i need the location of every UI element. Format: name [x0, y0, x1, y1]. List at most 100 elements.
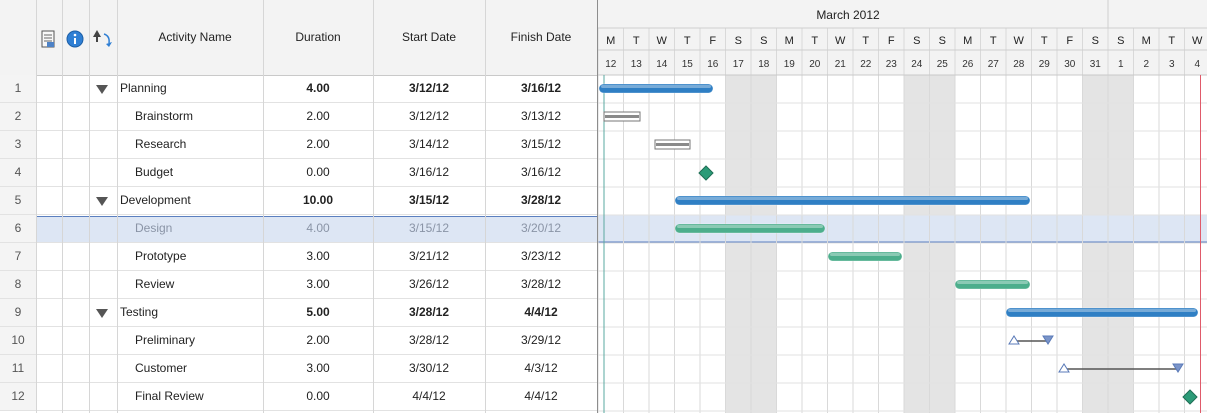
start-date-header[interactable]: Start Date — [373, 30, 485, 44]
row-number[interactable]: 6 — [0, 215, 36, 242]
day-number-label[interactable]: 13 — [631, 59, 643, 70]
activity-name-cell[interactable]: Review — [120, 271, 285, 298]
finish-date-header[interactable]: Finish Date — [485, 30, 597, 44]
row-number[interactable]: 3 — [0, 131, 36, 158]
milestone-final-review[interactable] — [1182, 389, 1198, 405]
duration-cell[interactable]: 3.00 — [263, 355, 373, 382]
sort-icon[interactable] — [92, 28, 114, 50]
start-date-cell[interactable]: 3/28/12 — [373, 327, 485, 354]
row-number[interactable]: 2 — [0, 103, 36, 130]
day-number-label[interactable]: 16 — [707, 59, 719, 70]
duration-cell[interactable]: 2.00 — [263, 103, 373, 130]
activity-name-header[interactable]: Activity Name — [120, 30, 270, 44]
activity-name-cell[interactable]: Planning — [120, 75, 270, 102]
day-number-label[interactable]: 25 — [937, 59, 949, 70]
finish-date-cell[interactable]: 3/29/12 — [485, 327, 597, 354]
day-number-label[interactable]: 23 — [886, 59, 898, 70]
baseline-start-marker[interactable] — [1058, 363, 1070, 373]
day-number-label[interactable]: 30 — [1064, 59, 1076, 70]
activity-name-cell[interactable]: Brainstorm — [120, 103, 285, 130]
row-number[interactable]: 9 — [0, 299, 36, 326]
finish-date-cell[interactable]: 3/20/12 — [485, 215, 597, 242]
day-number-label[interactable]: 28 — [1013, 59, 1025, 70]
milestone-budget[interactable] — [698, 165, 714, 181]
finish-date-cell[interactable]: 4/4/12 — [485, 299, 597, 326]
duration-cell[interactable]: 4.00 — [263, 215, 373, 242]
finish-date-cell[interactable]: 3/23/12 — [485, 243, 597, 270]
finish-date-cell[interactable]: 3/13/12 — [485, 103, 597, 130]
collapse-triangle-icon[interactable] — [96, 309, 108, 318]
activity-name-cell[interactable]: Design — [120, 215, 285, 242]
day-number-label[interactable]: 14 — [656, 59, 668, 70]
day-number-label[interactable]: 2 — [1143, 59, 1149, 70]
day-number-label[interactable]: 31 — [1090, 59, 1102, 70]
start-date-cell[interactable]: 3/14/12 — [373, 131, 485, 158]
day-number-label[interactable]: 29 — [1039, 59, 1051, 70]
day-number-label[interactable]: 27 — [988, 59, 1000, 70]
collapse-triangle-icon[interactable] — [96, 197, 108, 206]
weekday-label[interactable]: T — [633, 35, 640, 47]
finish-date-cell[interactable]: 3/28/12 — [485, 271, 597, 298]
weekday-label[interactable]: T — [811, 35, 818, 47]
start-date-cell[interactable]: 4/4/12 — [373, 383, 485, 410]
start-date-cell[interactable]: 3/30/12 — [373, 355, 485, 382]
notes-icon[interactable] — [41, 30, 55, 48]
day-number-label[interactable]: 3 — [1169, 59, 1175, 70]
baseline-end-marker[interactable] — [1172, 363, 1184, 373]
activity-name-cell[interactable]: Testing — [120, 299, 270, 326]
info-icon[interactable] — [66, 30, 84, 48]
row-number[interactable]: 5 — [0, 187, 36, 214]
finish-date-cell[interactable]: 3/16/12 — [485, 159, 597, 186]
weekday-label[interactable]: T — [1168, 35, 1175, 47]
weekday-label[interactable]: M — [606, 35, 615, 47]
duration-cell[interactable]: 3.00 — [263, 243, 373, 270]
weekday-label[interactable]: W — [835, 35, 846, 47]
activity-name-cell[interactable]: Research — [120, 131, 285, 158]
duration-cell[interactable]: 10.00 — [263, 187, 373, 214]
row-number[interactable]: 8 — [0, 271, 36, 298]
duration-cell[interactable]: 2.00 — [263, 131, 373, 158]
weekday-label[interactable]: T — [684, 35, 691, 47]
start-date-cell[interactable]: 3/12/12 — [373, 75, 485, 102]
day-number-label[interactable]: 4 — [1194, 59, 1200, 70]
weekday-label[interactable]: S — [1092, 35, 1099, 47]
weekday-label[interactable]: W — [1192, 35, 1203, 47]
day-number-label[interactable]: 26 — [962, 59, 974, 70]
duration-header[interactable]: Duration — [263, 30, 373, 44]
finish-date-cell[interactable]: 3/16/12 — [485, 75, 597, 102]
day-number-label[interactable]: 19 — [784, 59, 796, 70]
start-date-cell[interactable]: 3/15/12 — [373, 215, 485, 242]
start-date-cell[interactable]: 3/28/12 — [373, 299, 485, 326]
finish-date-cell[interactable]: 4/4/12 — [485, 383, 597, 410]
row-number[interactable]: 10 — [0, 327, 36, 354]
day-number-label[interactable]: 17 — [733, 59, 745, 70]
start-date-cell[interactable]: 3/21/12 — [373, 243, 485, 270]
start-date-cell[interactable]: 3/15/12 — [373, 187, 485, 214]
duration-cell[interactable]: 3.00 — [263, 271, 373, 298]
weekday-label[interactable]: M — [963, 35, 972, 47]
day-number-label[interactable]: 1 — [1118, 59, 1124, 70]
weekday-label[interactable]: S — [1117, 35, 1124, 47]
activity-name-cell[interactable]: Customer — [120, 355, 285, 382]
finish-date-cell[interactable]: 3/15/12 — [485, 131, 597, 158]
start-date-cell[interactable]: 3/16/12 — [373, 159, 485, 186]
duration-cell[interactable]: 0.00 — [263, 383, 373, 410]
weekday-label[interactable]: S — [760, 35, 767, 47]
activity-name-cell[interactable]: Prototype — [120, 243, 285, 270]
row-number[interactable]: 4 — [0, 159, 36, 186]
collapse-triangle-icon[interactable] — [96, 85, 108, 94]
row-number[interactable]: 7 — [0, 243, 36, 270]
weekday-label[interactable]: F — [1066, 35, 1073, 47]
weekday-label[interactable]: T — [1041, 35, 1048, 47]
activity-name-cell[interactable]: Development — [120, 187, 270, 214]
duration-cell[interactable]: 5.00 — [263, 299, 373, 326]
weekday-label[interactable]: F — [709, 35, 716, 47]
weekday-label[interactable]: T — [862, 35, 869, 47]
day-number-label[interactable]: 15 — [682, 59, 694, 70]
activity-name-cell[interactable]: Budget — [120, 159, 285, 186]
duration-cell[interactable]: 0.00 — [263, 159, 373, 186]
day-number-label[interactable]: 20 — [809, 59, 821, 70]
baseline-start-marker[interactable] — [1008, 335, 1020, 345]
weekday-label[interactable]: S — [939, 35, 946, 47]
duration-cell[interactable]: 2.00 — [263, 327, 373, 354]
